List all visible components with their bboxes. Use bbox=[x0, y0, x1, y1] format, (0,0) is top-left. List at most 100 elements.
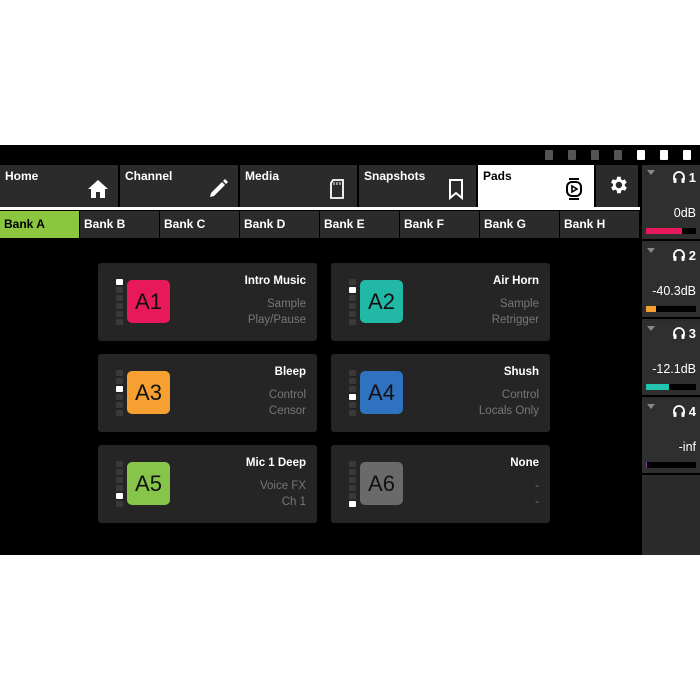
pad-leds bbox=[116, 461, 123, 509]
level-meter bbox=[646, 462, 696, 468]
disconnect-icon bbox=[542, 148, 556, 162]
headphone-3[interactable]: 3 -12.1dB bbox=[642, 321, 700, 397]
led bbox=[349, 485, 356, 491]
led bbox=[116, 287, 123, 293]
pad-mode: Ch 1 bbox=[281, 496, 306, 508]
pad-a5[interactable]: A5 Mic 1 Deep Voice FX Ch 1 bbox=[98, 445, 317, 523]
headphone-icon bbox=[673, 405, 685, 417]
led bbox=[349, 279, 356, 285]
pad-type: Sample bbox=[267, 298, 306, 310]
headphone-number: 3 bbox=[688, 326, 696, 341]
pad-type: Control bbox=[268, 389, 306, 401]
headphone-icon bbox=[673, 249, 685, 261]
headphone-level: -12.1dB bbox=[652, 362, 696, 376]
tab-channel[interactable]: Channel bbox=[120, 165, 240, 207]
level-meter bbox=[646, 384, 696, 390]
headphone-2[interactable]: 2 -40.3dB bbox=[642, 243, 700, 319]
tab-snapshots[interactable]: Snapshots bbox=[359, 165, 478, 207]
led bbox=[116, 279, 123, 285]
speaker-icon bbox=[588, 148, 602, 162]
headphone-level: -inf bbox=[678, 440, 696, 454]
headphone-1[interactable]: 1 0dB bbox=[642, 165, 700, 241]
headphone-number: 4 bbox=[688, 404, 696, 419]
led bbox=[116, 295, 123, 301]
pad-mode: Locals Only bbox=[478, 405, 539, 417]
led bbox=[349, 394, 356, 400]
meter-fill bbox=[646, 384, 669, 390]
bookmark-icon bbox=[449, 179, 463, 201]
headphone-number: 1 bbox=[688, 170, 696, 185]
pad-type: Control bbox=[501, 389, 539, 401]
led bbox=[116, 477, 123, 483]
pad-a6[interactable]: A6 None - - bbox=[331, 445, 550, 523]
tab-label: Snapshots bbox=[364, 169, 426, 183]
level-meter bbox=[646, 228, 696, 234]
headphone-level: 0dB bbox=[673, 206, 696, 220]
headphone-4[interactable]: 4 -inf bbox=[642, 399, 700, 475]
bank-tab-e[interactable]: Bank E bbox=[320, 211, 400, 238]
led bbox=[116, 311, 123, 317]
bank-tab-h[interactable]: Bank H bbox=[560, 211, 640, 238]
led bbox=[349, 402, 356, 408]
pad-type: Voice FX bbox=[259, 480, 306, 492]
bank-tabs: Bank A Bank B Bank C Bank D Bank E Bank F Bank… bbox=[0, 211, 640, 238]
led bbox=[116, 410, 123, 416]
led bbox=[349, 501, 356, 507]
bank-tab-g[interactable]: Bank G bbox=[480, 211, 560, 238]
bank-tab-d[interactable]: Bank D bbox=[240, 211, 320, 238]
led bbox=[116, 370, 123, 376]
led bbox=[116, 303, 123, 309]
led bbox=[349, 469, 356, 475]
led bbox=[116, 394, 123, 400]
pad-a1[interactable]: A1 Intro Music Sample Play/Pause bbox=[98, 263, 317, 341]
tab-home[interactable]: Home bbox=[0, 165, 120, 207]
dropdown-icon[interactable] bbox=[647, 248, 655, 253]
bank-tab-b[interactable]: Bank B bbox=[80, 211, 160, 238]
tab-label: Channel bbox=[125, 169, 173, 183]
tab-media[interactable]: Media bbox=[240, 165, 359, 207]
pad-mode: - bbox=[535, 496, 539, 508]
led bbox=[116, 386, 123, 392]
pad-name: Intro Music bbox=[244, 275, 306, 287]
led bbox=[116, 485, 123, 491]
settings-button[interactable] bbox=[596, 165, 640, 207]
bank-tab-a[interactable]: Bank A bbox=[0, 211, 80, 238]
sd-card-icon bbox=[634, 148, 648, 162]
pad-leds bbox=[349, 461, 356, 509]
pad-name: Air Horn bbox=[493, 275, 539, 287]
bank-tab-f[interactable]: Bank F bbox=[400, 211, 480, 238]
dropdown-icon[interactable] bbox=[647, 404, 655, 409]
meter-fill bbox=[646, 228, 682, 234]
led bbox=[116, 378, 123, 384]
usb-icon bbox=[657, 148, 671, 162]
meter-fill bbox=[646, 306, 656, 312]
pad-mode: Play/Pause bbox=[247, 314, 306, 326]
nav-divider bbox=[0, 207, 640, 210]
headphone-level: -40.3dB bbox=[652, 284, 696, 298]
dropdown-icon[interactable] bbox=[647, 170, 655, 175]
tab-pads[interactable]: Pads bbox=[478, 165, 596, 207]
pad-a4[interactable]: A4 Shush Control Locals Only bbox=[331, 354, 550, 432]
pad-a3[interactable]: A3 Bleep Control Censor bbox=[98, 354, 317, 432]
pad-key: A1 bbox=[127, 280, 170, 323]
led bbox=[116, 493, 123, 499]
pad-name: Bleep bbox=[274, 366, 306, 378]
headphone-panel: 1 0dB 2 -40.3dB 3 -12.1dB 4 -inf bbox=[642, 165, 700, 555]
pad-type: Sample bbox=[500, 298, 539, 310]
meter-fill bbox=[646, 462, 647, 468]
pad-key: A3 bbox=[127, 371, 170, 414]
pad-leds bbox=[349, 279, 356, 327]
tab-label: Home bbox=[5, 169, 39, 183]
pad-name: None bbox=[510, 457, 539, 469]
pad-leds bbox=[116, 370, 123, 418]
dropdown-icon[interactable] bbox=[647, 326, 655, 331]
routing-icon bbox=[565, 148, 579, 162]
bank-tab-c[interactable]: Bank C bbox=[160, 211, 240, 238]
main-nav: Home Channel Media Snapshots Pads bbox=[0, 165, 640, 209]
led bbox=[349, 311, 356, 317]
pad-leds bbox=[116, 279, 123, 327]
led bbox=[116, 501, 123, 507]
led bbox=[349, 461, 356, 467]
pad-a2[interactable]: A2 Air Horn Sample Retrigger bbox=[331, 263, 550, 341]
pad-mode: Retrigger bbox=[491, 314, 539, 326]
